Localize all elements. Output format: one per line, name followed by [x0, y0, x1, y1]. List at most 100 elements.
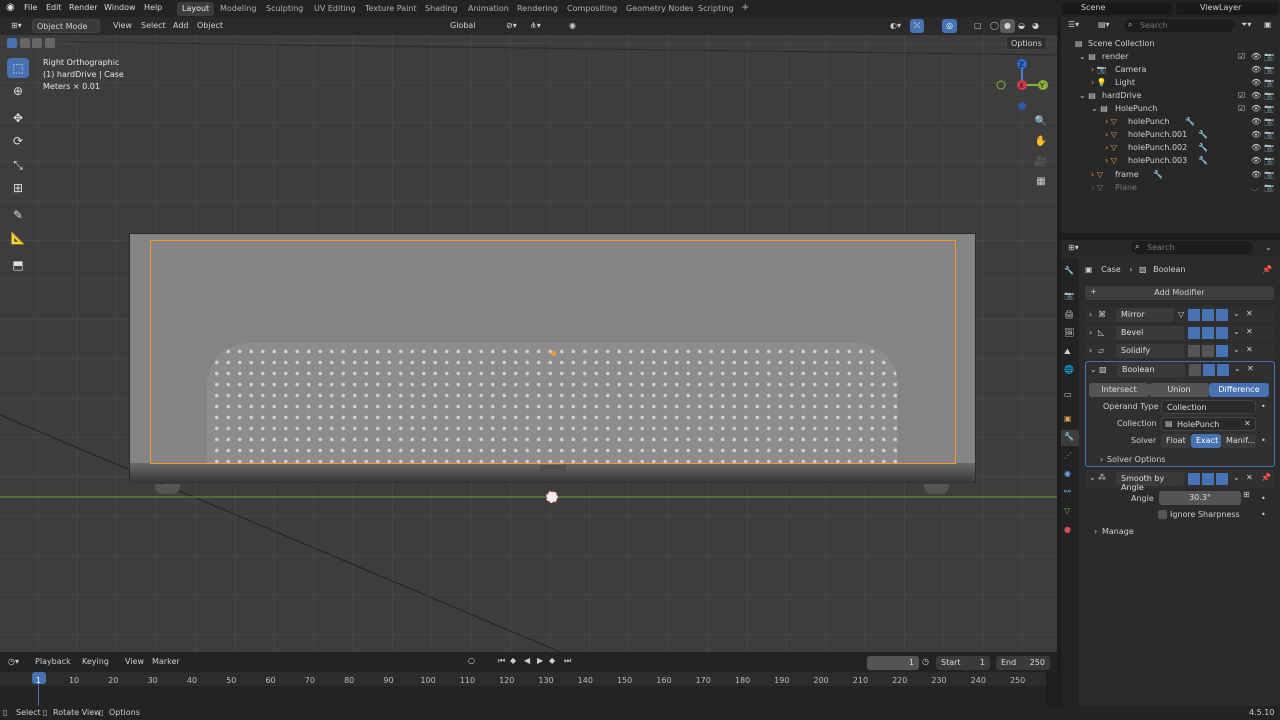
solver-exact-button[interactable]: Exact — [1191, 434, 1221, 448]
marker-menu[interactable]: Marker — [152, 657, 180, 666]
tab-geometry-nodes[interactable]: Geometry Nodes — [621, 2, 698, 16]
options-button[interactable]: Options — [1006, 36, 1047, 50]
particles-tab-icon[interactable]: ⋰ — [1064, 451, 1072, 460]
tab-scripting[interactable]: Scripting — [693, 2, 739, 16]
render-toggle-icon[interactable] — [1216, 473, 1228, 485]
new-collection-icon[interactable]: ▣ — [1264, 20, 1272, 29]
menu-window[interactable]: Window — [104, 3, 136, 12]
op-union-button[interactable]: Union — [1149, 383, 1209, 397]
close-icon[interactable]: ✕ — [1246, 327, 1253, 336]
select-extend-icon[interactable] — [19, 38, 30, 48]
collection-field[interactable]: HolePunch — [1161, 417, 1256, 431]
zoom-icon[interactable]: 🔍 — [1032, 113, 1050, 131]
scale-tool[interactable]: ⤡ — [7, 155, 29, 175]
outliner-row[interactable]: ⌄ ▤ HolePunch ☑ 👁 📷 — [1061, 102, 1280, 115]
tab-layout[interactable]: Layout — [177, 2, 215, 16]
tab-sculpting[interactable]: Sculpting — [261, 2, 308, 16]
camera-icon[interactable]: 📷 — [1264, 130, 1274, 139]
blender-logo-icon[interactable]: ◉ — [6, 2, 15, 13]
physics-tab-icon[interactable]: ◉ — [1064, 469, 1071, 478]
menu-render[interactable]: Render — [69, 3, 97, 12]
add-workspace-button[interactable]: + — [736, 0, 754, 14]
chevron-down-icon[interactable]: ⌄ — [1233, 309, 1240, 318]
timeline-scrollbar[interactable] — [1046, 672, 1057, 706]
outliner-row[interactable]: ⌄ ▤ hardDrive ☑ 👁 📷 — [1061, 89, 1280, 102]
editmode-toggle-icon[interactable] — [1189, 364, 1201, 376]
keyframe-dot-icon[interactable]: • — [1261, 402, 1266, 411]
camera-icon[interactable]: 📷 — [1264, 65, 1274, 74]
solver-float-button[interactable]: Float — [1161, 434, 1191, 448]
checkbox-icon[interactable]: ☑ — [1238, 91, 1245, 100]
camera-icon[interactable]: 📷 — [1264, 156, 1274, 165]
editmode-toggle-icon[interactable] — [1188, 327, 1200, 339]
eye-icon[interactable]: 👁 — [1251, 52, 1261, 61]
menu-file[interactable]: File — [24, 3, 37, 12]
outliner-row[interactable]: › ▽ Plane ◡ 📷 — [1061, 181, 1280, 194]
ignore-sharpness-checkbox[interactable] — [1158, 510, 1167, 519]
camera-icon[interactable]: 📷 — [1264, 91, 1274, 100]
render-toggle-icon[interactable] — [1216, 309, 1228, 321]
camera-icon[interactable]: 📷 — [1264, 52, 1274, 61]
render-toggle-icon[interactable] — [1217, 364, 1229, 376]
keyframe-dot-icon[interactable]: • — [1261, 510, 1266, 519]
rotate-tool[interactable]: ⟳ — [7, 131, 29, 151]
eye-icon[interactable]: 👁 — [1251, 65, 1261, 74]
camera-icon[interactable]: 📷 — [1264, 143, 1274, 152]
camera-icon[interactable]: 📷 — [1264, 170, 1274, 179]
close-icon[interactable]: ✕ — [1246, 345, 1253, 354]
chevron-right-icon[interactable]: › — [1094, 527, 1097, 536]
modifier-tab-icon[interactable]: 🔧 — [1061, 430, 1079, 446]
solver-options-subpanel[interactable]: Solver Options — [1107, 455, 1166, 464]
pan-hand-icon[interactable]: ✋ — [1032, 133, 1050, 151]
next-keyframe-icon[interactable]: ◆ — [549, 656, 555, 665]
outliner-search[interactable]: ⌕ Search — [1124, 19, 1234, 32]
close-icon[interactable]: ✕ — [1246, 309, 1253, 318]
overlay-toggle-icon[interactable]: ◎ — [942, 19, 957, 33]
camera-icon[interactable]: 📷 — [1264, 117, 1274, 126]
chevron-down-icon[interactable]: ⌄ — [1089, 473, 1096, 482]
outliner-row[interactable]: › ▽ holePunch.002 🔧 👁 📷 — [1061, 141, 1280, 154]
object-menu[interactable]: Object — [193, 19, 227, 33]
menu-help[interactable]: Help — [144, 3, 162, 12]
tab-shading[interactable]: Shading — [420, 2, 463, 16]
viewport-toggle-icon[interactable] — [1203, 364, 1215, 376]
eye-icon[interactable]: 👁 — [1251, 91, 1261, 100]
jump-end-icon[interactable]: ⏭ — [564, 656, 571, 666]
play-reverse-icon[interactable]: ◀ — [524, 656, 530, 665]
move-tool[interactable]: ✥ — [7, 108, 29, 128]
pin-icon[interactable]: 📌 — [1261, 473, 1271, 482]
select-intersect-icon[interactable] — [44, 38, 55, 48]
outliner-row[interactable]: › ▽ holePunch 🔧 👁 📷 — [1061, 115, 1280, 128]
chevron-down-icon[interactable]: ⌄ — [1090, 365, 1097, 374]
select-menu[interactable]: Select — [137, 19, 170, 33]
gizmo-toggle-icon[interactable]: ⤬ — [910, 19, 925, 33]
annotate-tool[interactable]: ✎ — [7, 205, 29, 225]
chevron-right-icon[interactable]: › — [1089, 346, 1092, 355]
add-menu[interactable]: Add — [169, 19, 193, 33]
viewport-toggle-icon[interactable] — [1202, 473, 1214, 485]
chevron-right-icon[interactable]: › — [1100, 455, 1103, 464]
outliner-row[interactable]: › 📷 Camera 👁 📷 — [1061, 63, 1280, 76]
mode-selector[interactable]: Object Mode — [32, 19, 100, 33]
chevron-down-icon[interactable]: ⌄ — [1233, 345, 1240, 354]
keying-menu[interactable]: Keying — [82, 657, 109, 666]
checkbox-icon[interactable]: ☑ — [1238, 104, 1245, 113]
display-mode-icon[interactable]: ▤▾ — [1098, 20, 1110, 29]
view-menu[interactable]: View — [125, 657, 144, 666]
chevron-down-icon[interactable]: ⌄ — [1234, 364, 1241, 373]
editmode-toggle-icon[interactable] — [1188, 345, 1200, 357]
select-subtract-icon[interactable] — [32, 38, 43, 48]
editmode-toggle-icon[interactable] — [1188, 309, 1200, 321]
xray-icon[interactable]: ▢ — [970, 19, 986, 33]
menu-edit[interactable]: Edit — [46, 3, 62, 12]
camera-icon[interactable]: 📷 — [1264, 104, 1274, 113]
eye-icon[interactable]: 👁 — [1251, 156, 1261, 165]
3d-cursor-icon[interactable] — [546, 491, 558, 503]
boolean-name-field[interactable]: Boolean — [1117, 363, 1185, 377]
keyframe-dot-icon[interactable]: • — [1261, 436, 1266, 445]
keyframe-dot-icon[interactable]: • — [1261, 494, 1266, 503]
tool-tab-icon[interactable]: 🔧 — [1064, 266, 1074, 275]
scene-tab-icon[interactable]: ⛰ — [1064, 347, 1071, 357]
angle-field[interactable]: 30.3° — [1159, 491, 1241, 505]
timeline-editor-icon[interactable]: ◷▾ — [8, 657, 19, 666]
